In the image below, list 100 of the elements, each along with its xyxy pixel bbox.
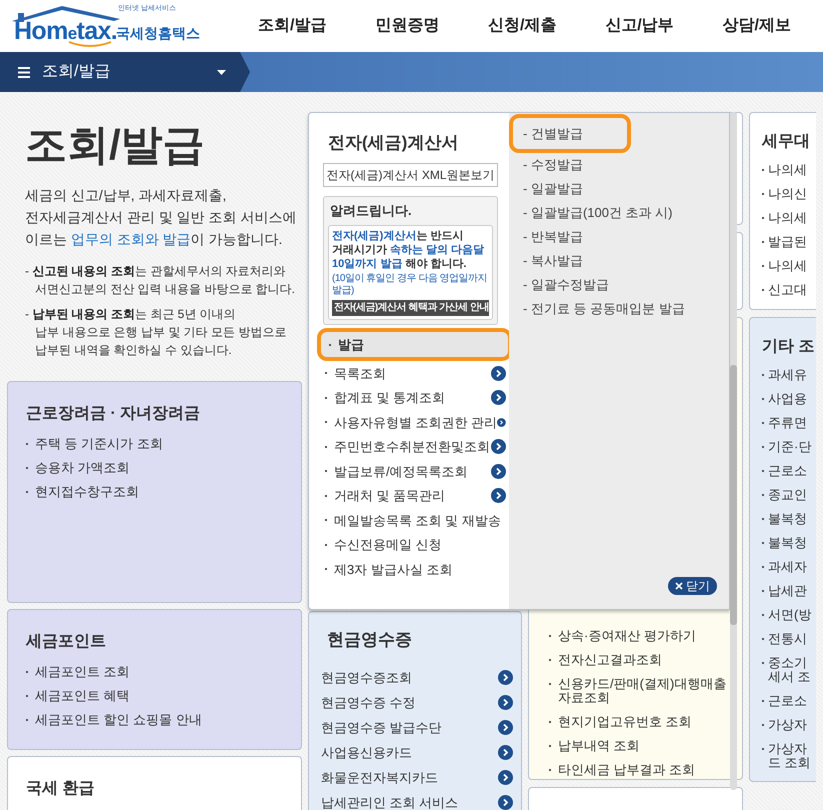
menu-icon[interactable] xyxy=(18,66,30,78)
card-title: 세무대 xyxy=(762,132,811,152)
card-title: 국세 환급 xyxy=(26,779,96,799)
menu-link[interactable]: 사업용신용카드 xyxy=(321,742,412,762)
notice-heading: 알려드립니다. xyxy=(329,202,413,220)
menu-link[interactable]: 화물운전자복지카드 xyxy=(321,768,438,788)
menu-link[interactable]: 신용카드/판매(결제)대행매출 자료조회 xyxy=(549,672,728,710)
chevron-circle-icon[interactable] xyxy=(491,464,506,479)
menu-item[interactable]: 합계표 및 통계조회 xyxy=(323,386,506,410)
notice-note: (10일이 휴일인 경우 다음 영업일까지 발급) xyxy=(332,273,488,297)
card-title: 세금포인트 xyxy=(26,632,107,652)
menu-link[interactable]: 현지기업고유번호 조회 xyxy=(549,710,728,734)
submenu-item[interactable]: - 일괄수정발급 xyxy=(509,273,609,297)
caret-icon[interactable] xyxy=(217,70,226,74)
menu-link[interactable]: 기준·단 xyxy=(762,435,816,459)
note-text: - 납부된 내용의 조회는 최근 5년 이내의 납부 내용으로 은행 납부 및 기타 모든 방법으로 납부된 내역을 확인하실 수 있습니다. xyxy=(25,306,288,359)
menu-link[interactable]: 나의신 xyxy=(762,182,816,206)
chevron-circle-icon[interactable] xyxy=(498,745,513,760)
xml-view-button[interactable]: 전자(세금)계산서 XML원본보기 xyxy=(323,163,498,187)
chevron-circle-icon[interactable] xyxy=(491,366,506,381)
nav-link[interactable]: 상담/제보 xyxy=(722,14,791,38)
menu-link[interactable]: 서면(방 xyxy=(762,603,816,627)
menu-link[interactable]: 전자신고결과조회 xyxy=(549,648,728,672)
chevron-divider xyxy=(240,52,250,92)
chevron-circle-icon[interactable] xyxy=(498,795,513,810)
menu-link[interactable]: 주류면 xyxy=(762,411,816,435)
chevron-circle-icon[interactable] xyxy=(491,439,506,454)
panel-title: 전자(세금)계산서 xyxy=(327,132,460,154)
card-title: 근로장려금 · 자녀장려금 xyxy=(26,404,202,424)
menu-link[interactable]: 근로소 xyxy=(762,689,816,713)
submenu-item[interactable]: - 전기료 등 공동매입분 발급 xyxy=(509,297,685,321)
smile-swoosh-icon xyxy=(68,41,112,48)
menu-link[interactable]: 전통시 xyxy=(762,627,816,651)
menu-link[interactable]: 나의세 xyxy=(762,158,816,182)
menu-link[interactable]: 불복청 xyxy=(762,507,816,531)
menu-item[interactable]: 목록조회 xyxy=(323,361,506,386)
menu-link[interactable]: 현금영수증조회 xyxy=(321,668,412,688)
menu-link[interactable]: 납세관리인 조회 서비스 xyxy=(321,792,458,810)
chevron-circle-icon[interactable] xyxy=(498,770,513,785)
menu-link[interactable]: 사업용 xyxy=(762,387,816,411)
menu-link[interactable]: 가상자 xyxy=(762,713,816,737)
menu-link[interactable]: 승용차 가액조회 xyxy=(26,456,301,480)
menu-link[interactable]: 현금영수증 수정 xyxy=(321,692,416,712)
menu-item[interactable]: 수신전용메일 신청 xyxy=(323,532,506,557)
scrollbar-thumb[interactable] xyxy=(730,365,737,625)
menu-item[interactable]: 주민번호수취분전환및조회 xyxy=(323,434,506,459)
menu-link[interactable]: 세금포인트 할인 쇼핑몰 안내 xyxy=(26,708,301,732)
submenu-item[interactable]: - 일괄발급 xyxy=(509,177,583,201)
menu-item[interactable]: 제3자 발급사실 조회 xyxy=(323,557,506,582)
menu-link[interactable]: 과세유 xyxy=(762,363,816,387)
menu-item[interactable]: 발급 xyxy=(317,328,512,361)
menu-link[interactable]: 납세관 xyxy=(762,579,816,603)
logo-name[interactable]: 국세청홈택스 xyxy=(116,24,200,42)
menu-link[interactable]: 주택 등 기준시가 조회 xyxy=(26,432,301,456)
menu-link[interactable]: 타인세금 납부결과 조회 xyxy=(549,758,728,782)
menu-link[interactable]: 발급된 xyxy=(762,230,816,254)
nav-link[interactable]: 신청/제출 xyxy=(488,14,556,38)
submenu-item[interactable]: - 수정발급 xyxy=(509,153,583,177)
menu-link[interactable]: 세금포인트 혜택 xyxy=(26,684,301,708)
menu-item[interactable]: 발급보류/예정목록조회 xyxy=(323,459,506,484)
menu-item[interactable]: 사용자유형별 조회권한 관리 xyxy=(323,410,506,434)
chevron-circle-icon[interactable] xyxy=(498,695,513,710)
menu-link[interactable]: 과세자 xyxy=(762,555,816,579)
menu-item[interactable]: 메일발송목록 조회 및 재발송 xyxy=(323,508,506,532)
menu-item[interactable]: 거래처 및 품목관리 xyxy=(323,484,506,508)
card-title: 기타 조 xyxy=(762,337,816,357)
menu-title: 조회/발급 xyxy=(42,62,112,82)
submenu-item[interactable]: - 일괄발급(100건 초과 시) xyxy=(509,201,673,225)
submenu-item[interactable]: - 건별발급 xyxy=(509,114,631,153)
menu-link[interactable]: 중소기 세서 조 xyxy=(762,651,816,689)
menu-link[interactable]: 신고대 xyxy=(762,278,816,302)
chevron-circle-icon[interactable] xyxy=(498,670,513,685)
nav-link[interactable]: 민원증명 xyxy=(375,14,440,38)
submenu-item[interactable]: - 복사발급 xyxy=(509,249,583,273)
close-icon xyxy=(675,582,683,590)
menu-link[interactable]: 불복청 xyxy=(762,531,816,555)
chevron-circle-icon[interactable] xyxy=(498,720,513,735)
menu-link[interactable]: 가상자 드 조회 xyxy=(762,737,816,775)
nav-link[interactable]: 신고/납부 xyxy=(605,14,674,38)
chevron-circle-icon[interactable] xyxy=(491,488,506,504)
nav-link[interactable]: 조회/발급 xyxy=(258,14,326,38)
close-button[interactable]: 닫기 xyxy=(668,577,717,595)
menu-link[interactable]: 납부내역 조회 xyxy=(549,734,728,758)
menu-link[interactable]: 상속·증여재산 평가하기 xyxy=(549,624,728,648)
menu-link[interactable]: 근로소 xyxy=(762,459,816,483)
menu-link[interactable]: 종교인 xyxy=(762,483,816,507)
logo-wordmark[interactable]: Hometax. xyxy=(14,17,118,48)
chevron-circle-icon[interactable] xyxy=(491,390,506,406)
submenu-item[interactable]: - 반복발급 xyxy=(509,225,583,249)
menu-link[interactable]: 현금영수증 발급수단 xyxy=(321,718,442,738)
benefit-penalty-link[interactable]: 전자(세금)계산서 혜택과 가산세 안내 xyxy=(332,300,489,316)
menu-link[interactable]: 현지접수창구조회 xyxy=(26,480,301,504)
menu-link[interactable]: 세금포인트 조회 xyxy=(26,660,301,684)
note-text: - 신고된 내용의 조회는 관할세무서의 자료처리와 서면신고분의 전산 입력 내용을 바탕으로 합니다. xyxy=(25,263,296,298)
menu-link[interactable]: 나의세 xyxy=(762,206,816,230)
scrollbar[interactable] xyxy=(730,112,737,790)
page-title: 조회/발급 xyxy=(25,120,206,170)
intro-text: 세금의 신고/납부, 과세자료제출, 전자세금계산서 관리 및 일반 조회 서비스에 이르는 업무의 조회와 발급이 가능합니다. xyxy=(25,186,298,249)
card-title: 현금영수증 xyxy=(326,629,413,651)
menu-link[interactable]: 나의세 xyxy=(762,254,816,278)
